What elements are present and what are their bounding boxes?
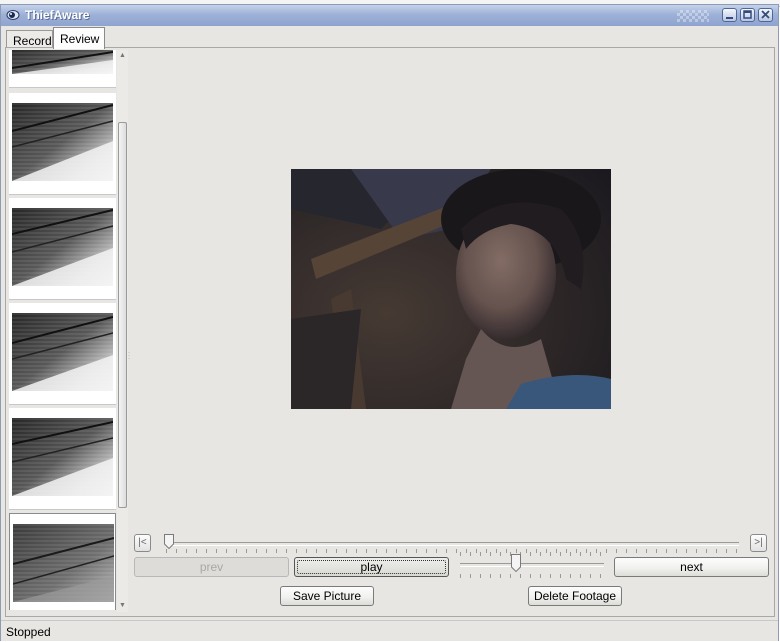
- eye-icon: [6, 10, 20, 20]
- title-bar[interactable]: ThiefAware: [1, 5, 778, 26]
- tab-review[interactable]: Review: [53, 27, 105, 49]
- window-title: ThiefAware: [25, 8, 90, 22]
- minimize-button[interactable]: [722, 8, 737, 22]
- thumbnail-item[interactable]: [9, 198, 116, 300]
- scroll-up-arrow-icon[interactable]: ▲: [117, 50, 128, 62]
- speed-handle[interactable]: [510, 554, 521, 572]
- timeline-track: [166, 542, 739, 546]
- next-button[interactable]: next: [614, 557, 769, 577]
- thumbnail-item-selected[interactable]: [9, 513, 116, 610]
- save-picture-button[interactable]: Save Picture: [280, 586, 374, 606]
- last-frame-button[interactable]: >|: [750, 534, 767, 552]
- thumbnail-image: [12, 208, 113, 286]
- close-icon: [761, 10, 770, 19]
- thumbnail-item[interactable]: [9, 408, 116, 510]
- timeline-ticks: [166, 549, 739, 553]
- timeline-handle[interactable]: [164, 534, 174, 549]
- scrollbar-thumb[interactable]: [118, 122, 127, 508]
- first-frame-button[interactable]: |<: [134, 534, 151, 552]
- scroll-down-arrow-icon[interactable]: ▼: [117, 600, 128, 612]
- thumbnail-image: [12, 418, 113, 496]
- speed-ticks: [460, 552, 604, 556]
- app-window: ThiefAware Record Review ▲ ▼ · · · |< >|…: [0, 4, 779, 641]
- splitter-handle[interactable]: · · ·: [128, 350, 132, 362]
- play-button[interactable]: play: [294, 557, 449, 577]
- review-panel: ▲ ▼ · · · |< >| prev play next Save Pict…: [5, 47, 775, 617]
- tab-record[interactable]: Record: [6, 30, 53, 48]
- thumbnail-image: [12, 50, 113, 74]
- speed-ticks-bottom: [460, 574, 604, 578]
- timeline-slider[interactable]: [164, 534, 739, 553]
- thumbnail-image: [12, 313, 113, 391]
- footage-viewer-image: [291, 169, 611, 409]
- thumbnail-item[interactable]: [9, 303, 116, 405]
- maximize-icon: [743, 10, 752, 19]
- thumbnail-image: [13, 524, 114, 602]
- delete-footage-button[interactable]: Delete Footage: [528, 586, 622, 606]
- thumbnail-list[interactable]: [9, 50, 116, 610]
- thumbnail-item[interactable]: [9, 50, 116, 88]
- status-text: Stopped: [6, 625, 51, 639]
- speed-slider[interactable]: [460, 552, 604, 578]
- title-bar-decoration: [677, 10, 709, 22]
- thumbnail-image: [12, 103, 113, 181]
- close-button[interactable]: [758, 8, 773, 22]
- thumbnail-scrollbar[interactable]: ▲ ▼: [117, 50, 128, 612]
- maximize-button[interactable]: [740, 8, 755, 22]
- minimize-icon: [726, 17, 733, 19]
- thumbnail-item[interactable]: [9, 93, 116, 195]
- prev-button[interactable]: prev: [134, 557, 289, 577]
- status-bar: Stopped: [1, 620, 778, 641]
- speed-track: [460, 563, 604, 567]
